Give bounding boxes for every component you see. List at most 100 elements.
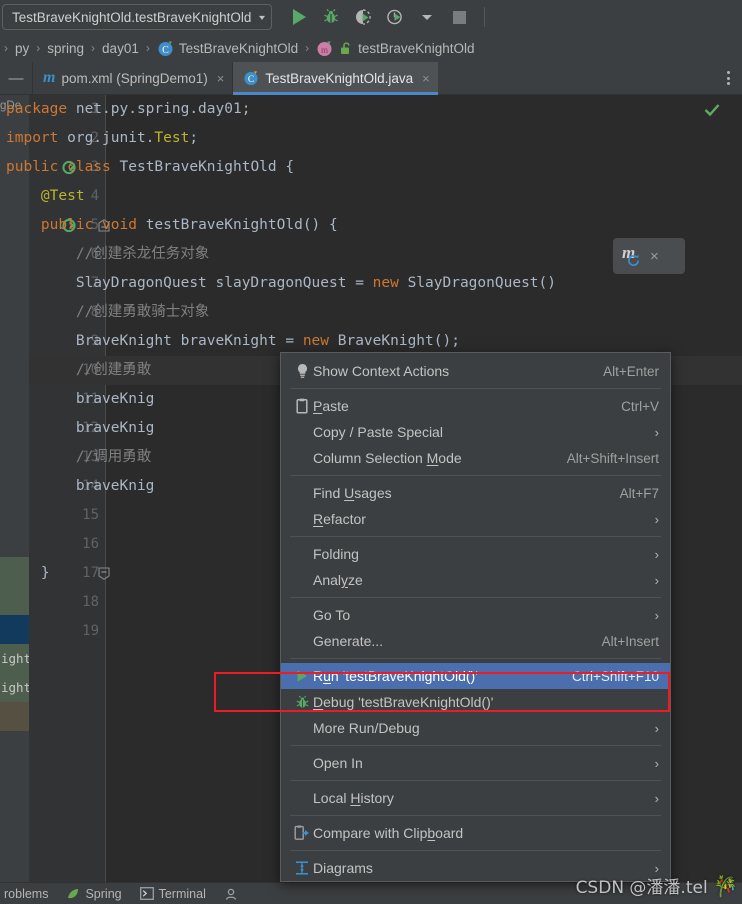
- submenu-arrow-icon: ›: [654, 720, 659, 736]
- menu-item-analyze[interactable]: Analyze ›: [281, 567, 670, 593]
- completion-popup-fragment[interactable]: ight ight: [0, 557, 29, 731]
- breadcrumb-separator: ›: [305, 41, 310, 55]
- watermark-emoji: 🎋: [713, 874, 738, 898]
- breadcrumb-separator: ›: [91, 41, 96, 55]
- run-button[interactable]: [288, 6, 310, 28]
- submenu-arrow-icon: ›: [654, 790, 659, 806]
- breadcrumb-item-class[interactable]: C TestBraveKnightOld: [154, 40, 301, 57]
- breadcrumb-item-py[interactable]: py: [12, 41, 32, 56]
- maven-reload-popup[interactable]: m ×: [613, 238, 685, 274]
- breadcrumb-item-spring[interactable]: spring: [44, 41, 87, 56]
- menu-item-show-context-actions[interactable]: Show Context Actions Alt+Enter: [281, 358, 670, 384]
- code-line[interactable]: //创建勇敢骑士对象: [6, 298, 209, 327]
- completion-item[interactable]: ight: [0, 673, 29, 702]
- code-token: //创建勇敢: [6, 362, 152, 378]
- debug-button[interactable]: [320, 6, 342, 28]
- menu-item-generate[interactable]: Generate... Alt+Insert: [281, 628, 670, 654]
- inspection-ok-icon[interactable]: [704, 103, 720, 117]
- editor-tabbar: — m pom.xml (SpringDemo1) × C TestBraveK…: [0, 62, 742, 95]
- bottom-label: Spring: [85, 886, 122, 901]
- code-line[interactable]: public void testBraveKnightOld() {: [6, 211, 338, 240]
- code-token: braveKnig: [6, 420, 155, 436]
- breadcrumb: › py › spring › day01 › C TestBraveKnigh…: [0, 34, 742, 62]
- menu-item-run-test[interactable]: Run 'testBraveKnightOld()' Ctrl+Shift+F10: [281, 663, 670, 689]
- code-token: @Test: [6, 188, 85, 204]
- breadcrumb-item-method[interactable]: m testBraveKnightOld: [313, 40, 477, 57]
- menu-item-folding[interactable]: Folding ›: [281, 541, 670, 567]
- menu-separator: [290, 536, 661, 537]
- code-line[interactable]: @Test: [6, 182, 85, 211]
- compare-icon: [291, 825, 313, 841]
- run-with-coverage-button[interactable]: [352, 6, 374, 28]
- code-line[interactable]: braveKnig: [6, 414, 155, 443]
- tab-label: pom.xml (SpringDemo1): [61, 70, 208, 86]
- completion-item[interactable]: ight: [0, 644, 29, 673]
- menu-item-label: Find Usages: [313, 485, 392, 501]
- close-icon[interactable]: ×: [650, 248, 659, 265]
- breadcrumb-item-day01[interactable]: day01: [99, 41, 142, 56]
- profiler-button[interactable]: [384, 6, 406, 28]
- editor-context-menu[interactable]: Show Context Actions Alt+Enter Paste Ctrl+V…: [280, 352, 671, 882]
- menu-separator: [290, 475, 661, 476]
- tab-testbraveknightold-java[interactable]: C TestBraveKnightOld.java ×: [232, 62, 439, 95]
- profiler-dropdown[interactable]: [416, 6, 438, 28]
- code-line[interactable]: //调用勇敢: [6, 443, 151, 472]
- tab-options-button[interactable]: [714, 62, 742, 94]
- menu-item-local-history[interactable]: Local History ›: [281, 785, 670, 811]
- submenu-arrow-icon: ›: [654, 424, 659, 440]
- stop-button[interactable]: [448, 6, 470, 28]
- code-line[interactable]: import org.junit.Test;: [6, 124, 198, 153]
- menu-separator: [290, 850, 661, 851]
- menu-item-debug-test[interactable]: Debug 'testBraveKnightOld()': [281, 689, 670, 715]
- menu-item-copy-paste-special[interactable]: Copy / Paste Special ›: [281, 419, 670, 445]
- breadcrumb-label: day01: [102, 40, 139, 56]
- java-class-icon: C: [244, 71, 258, 85]
- menu-item-compare-with-clipboard[interactable]: Compare with Clipboard: [281, 820, 670, 846]
- code-token: BraveKnight braveKnight =: [6, 333, 303, 349]
- run-configuration-selector[interactable]: TestBraveKnightOld.testBraveKnightOld ▾: [2, 4, 273, 30]
- submenu-arrow-icon: ›: [654, 607, 659, 623]
- collapse-tabs-button[interactable]: —: [0, 62, 32, 94]
- completion-item[interactable]: [0, 702, 29, 731]
- close-icon[interactable]: ×: [422, 71, 430, 86]
- maven-reload-icon[interactable]: m: [622, 243, 642, 267]
- breadcrumb-separator: ›: [145, 41, 150, 55]
- svg-text:m: m: [321, 45, 328, 55]
- menu-item-column-selection-mode[interactable]: Column Selection Mode Alt+Shift+Insert: [281, 445, 670, 471]
- profiler-icon: [387, 9, 403, 25]
- menu-item-shortcut: Alt+Insert: [601, 633, 659, 649]
- bottom-label: Terminal: [158, 886, 206, 901]
- completion-item[interactable]: [0, 615, 29, 644]
- menu-item-label: More Run/Debug: [313, 720, 420, 736]
- bottom-item-problems[interactable]: roblems: [4, 887, 48, 901]
- chevron-down-icon: ▾: [259, 12, 266, 22]
- bottom-item-profiler[interactable]: [224, 887, 238, 901]
- menu-item-open-in[interactable]: Open In ›: [281, 750, 670, 776]
- code-line[interactable]: //创建勇敢: [6, 356, 151, 385]
- menu-separator: [290, 388, 661, 389]
- completion-item[interactable]: [0, 586, 29, 615]
- code-line[interactable]: SlayDragonQuest slayDragonQuest = new Sl…: [6, 269, 556, 298]
- method-icon: m: [317, 41, 332, 56]
- bottom-item-terminal[interactable]: Terminal: [139, 886, 206, 901]
- code-line[interactable]: //创建杀龙任务对象: [6, 240, 209, 269]
- menu-item-label: Column Selection Mode: [313, 450, 462, 466]
- code-line[interactable]: braveKnig: [6, 472, 155, 501]
- menu-item-find-usages[interactable]: Find Usages Alt+F7: [281, 480, 670, 506]
- tab-pom-xml[interactable]: m pom.xml (SpringDemo1) ×: [32, 62, 232, 94]
- menu-item-paste[interactable]: Paste Ctrl+V: [281, 393, 670, 419]
- bottom-item-spring[interactable]: Spring: [66, 886, 122, 901]
- close-icon[interactable]: ×: [217, 71, 225, 86]
- completion-item[interactable]: [0, 557, 29, 586]
- code-line[interactable]: package net.py.spring.day01;: [6, 95, 250, 124]
- menu-item-refactor[interactable]: Refactor ›: [281, 506, 670, 532]
- menu-item-label: Analyze: [313, 572, 363, 588]
- fold-end-icon[interactable]: [98, 567, 112, 581]
- menu-item-more-run-debug[interactable]: More Run/Debug ›: [281, 715, 670, 741]
- code-line[interactable]: braveKnig: [6, 385, 155, 414]
- main-toolbar: TestBraveKnightOld.testBraveKnightOld ▾: [0, 0, 742, 34]
- code-line[interactable]: public class TestBraveKnightOld {: [6, 153, 294, 182]
- menu-item-shortcut: Ctrl+V: [621, 398, 659, 414]
- menu-item-go-to[interactable]: Go To ›: [281, 602, 670, 628]
